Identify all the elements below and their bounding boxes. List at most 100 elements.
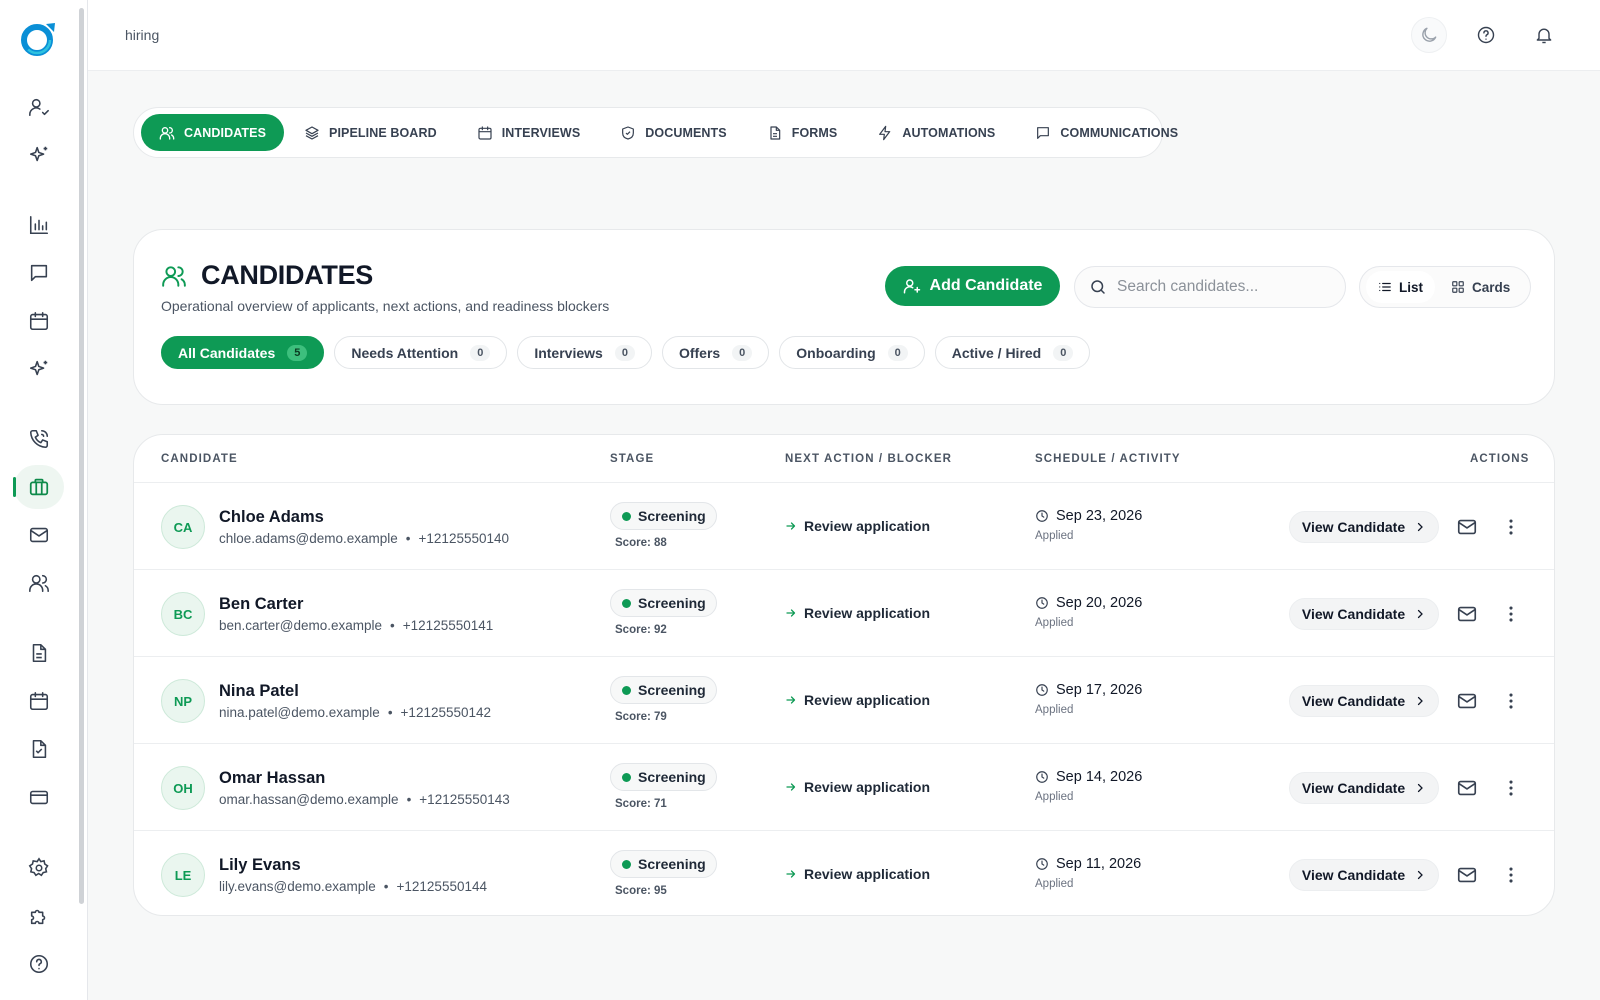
table-row[interactable]: OH Omar Hassan omar.hassan@demo.example •… xyxy=(134,744,1554,831)
column-header-candidate: CANDIDATE xyxy=(161,453,238,465)
candidate-name[interactable]: Nina Patel xyxy=(219,682,299,701)
sidebar-item-settings[interactable] xyxy=(14,846,64,890)
schedule-date: Sep 17, 2026 xyxy=(1035,682,1142,698)
gear-icon xyxy=(28,857,49,877)
mail-icon[interactable] xyxy=(1456,603,1478,625)
candidate-name[interactable]: Chloe Adams xyxy=(219,508,324,527)
sidebar-item-sparkles[interactable] xyxy=(14,133,64,177)
view-candidate-button[interactable]: View Candidate xyxy=(1289,772,1439,804)
candidate-name[interactable]: Lily Evans xyxy=(219,856,301,875)
table-row[interactable]: BC Ben Carter ben.carter@demo.example • +1… xyxy=(134,570,1554,657)
table-row[interactable]: CA Chloe Adams chloe.adams@demo.example •… xyxy=(134,483,1554,570)
mail-icon[interactable] xyxy=(1456,516,1478,538)
more-vertical-icon[interactable] xyxy=(1500,516,1522,538)
view-candidate-button[interactable]: View Candidate xyxy=(1289,859,1439,891)
tab-label: FORMS xyxy=(791,125,838,140)
tab-automations[interactable]: AUTOMATIONS xyxy=(857,114,1015,151)
theme-toggle-button[interactable] xyxy=(1411,17,1447,53)
phone-call-icon xyxy=(29,429,49,449)
filter-onboarding[interactable]: Onboarding 0 xyxy=(779,336,925,369)
tab-interviews[interactable]: INTERVIEWS xyxy=(457,114,601,151)
sidebar-item-mail[interactable] xyxy=(14,513,64,557)
search-input[interactable] xyxy=(1117,278,1337,296)
tab-candidates[interactable]: CANDIDATES xyxy=(141,114,285,151)
sidebar-item-messages[interactable] xyxy=(14,251,64,295)
more-vertical-icon[interactable] xyxy=(1500,777,1522,799)
avatar: BC xyxy=(161,592,205,636)
bell-icon xyxy=(1536,28,1552,44)
next-action[interactable]: Review application xyxy=(785,692,930,708)
add-candidate-button[interactable]: Add Candidate xyxy=(885,266,1060,306)
next-action[interactable]: Review application xyxy=(785,605,930,621)
sidebar-item-tasks[interactable] xyxy=(14,727,64,771)
status-dot xyxy=(622,685,631,695)
sidebar-item-hiring[interactable] xyxy=(13,465,64,509)
tab-communications[interactable]: COMMUNICATIONS xyxy=(1015,114,1198,151)
more-vertical-icon[interactable] xyxy=(1500,690,1522,712)
filter-label: All Candidates xyxy=(178,344,276,361)
filter-label: Offers xyxy=(678,344,721,361)
module-tabs: CANDIDATES PIPELINE BOARD INTERVIEWS DOC… xyxy=(133,107,1178,158)
sidebar-item-integrations[interactable] xyxy=(14,894,64,938)
view-candidate-label: View Candidate xyxy=(1301,606,1406,622)
sidebar-item-help[interactable] xyxy=(14,942,64,986)
more-vertical-icon[interactable] xyxy=(1500,603,1522,625)
avatar: CA xyxy=(161,505,205,549)
sparkles-icon xyxy=(29,360,48,376)
sidebar-item-analytics[interactable] xyxy=(14,203,64,247)
sidebar-scrollbar[interactable] xyxy=(79,8,84,904)
sidebar-item-calls[interactable] xyxy=(14,417,64,461)
filter-needs-attention[interactable]: Needs Attention 0 xyxy=(334,336,508,369)
sidebar-item-calendar[interactable] xyxy=(14,299,64,343)
table-row[interactable]: LE Lily Evans lily.evans@demo.example • +1… xyxy=(134,831,1554,915)
candidate-contact: nina.patel@demo.example • +12125550142 xyxy=(219,705,491,720)
tab-documents[interactable]: DOCUMENTS xyxy=(600,114,746,151)
filter-offers[interactable]: Offers 0 xyxy=(661,336,770,369)
candidate-name[interactable]: Ben Carter xyxy=(219,595,303,614)
filter-interviews[interactable]: Interviews 0 xyxy=(517,336,652,369)
filter-active-hired[interactable]: Active / Hired 0 xyxy=(934,336,1091,369)
mail-icon[interactable] xyxy=(1456,864,1478,886)
filter-count: 0 xyxy=(887,344,908,361)
sidebar-item-schedule[interactable] xyxy=(14,679,64,723)
sidebar-item-billing[interactable] xyxy=(14,775,64,819)
sidebar-item-team[interactable] xyxy=(14,561,64,605)
table-row[interactable]: NP Nina Patel nina.patel@demo.example • +1… xyxy=(134,657,1554,744)
view-candidate-label: View Candidate xyxy=(1301,693,1406,709)
list-icon xyxy=(1379,282,1391,292)
breadcrumb[interactable]: hiring xyxy=(125,27,159,43)
tab-forms[interactable]: FORMS xyxy=(747,114,858,151)
cards-view-button[interactable]: Cards xyxy=(1439,271,1522,303)
next-action[interactable]: Review application xyxy=(785,518,930,534)
sidebar-item-user-check[interactable] xyxy=(14,85,64,129)
notifications-button[interactable] xyxy=(1526,17,1562,53)
help-circle-icon xyxy=(29,954,49,974)
candidate-name[interactable]: Omar Hassan xyxy=(219,769,325,788)
top-bar: hiring xyxy=(88,0,1600,71)
mail-icon[interactable] xyxy=(1456,777,1478,799)
schedule-date-text: Sep 11, 2026 xyxy=(1056,856,1142,872)
separator-dot: • xyxy=(405,531,411,546)
help-button[interactable] xyxy=(1468,17,1504,53)
layers-icon xyxy=(305,125,319,140)
view-candidate-label: View Candidate xyxy=(1301,867,1406,883)
tab-pipeline-board[interactable]: PIPELINE BOARD xyxy=(284,114,457,151)
calendar-icon xyxy=(478,125,492,140)
next-action[interactable]: Review application xyxy=(785,779,930,795)
next-action[interactable]: Review application xyxy=(785,866,930,882)
schedule-date: Sep 14, 2026 xyxy=(1035,769,1142,785)
list-view-button[interactable]: List xyxy=(1366,271,1436,303)
next-action-label: Review application xyxy=(804,518,931,534)
user-check-icon xyxy=(29,98,49,117)
view-candidate-button[interactable]: View Candidate xyxy=(1289,685,1439,717)
sidebar-item-documents[interactable] xyxy=(14,631,64,675)
tab-label: AUTOMATIONS xyxy=(902,125,996,140)
view-candidate-button[interactable]: View Candidate xyxy=(1289,598,1439,630)
sidebar-item-ai[interactable] xyxy=(14,347,64,391)
mail-icon[interactable] xyxy=(1456,690,1478,712)
filter-all-candidates[interactable]: All Candidates 5 xyxy=(161,336,325,369)
app-logo[interactable] xyxy=(19,20,57,58)
mail-icon xyxy=(29,527,49,543)
more-vertical-icon[interactable] xyxy=(1500,864,1522,886)
view-candidate-button[interactable]: View Candidate xyxy=(1289,511,1439,543)
